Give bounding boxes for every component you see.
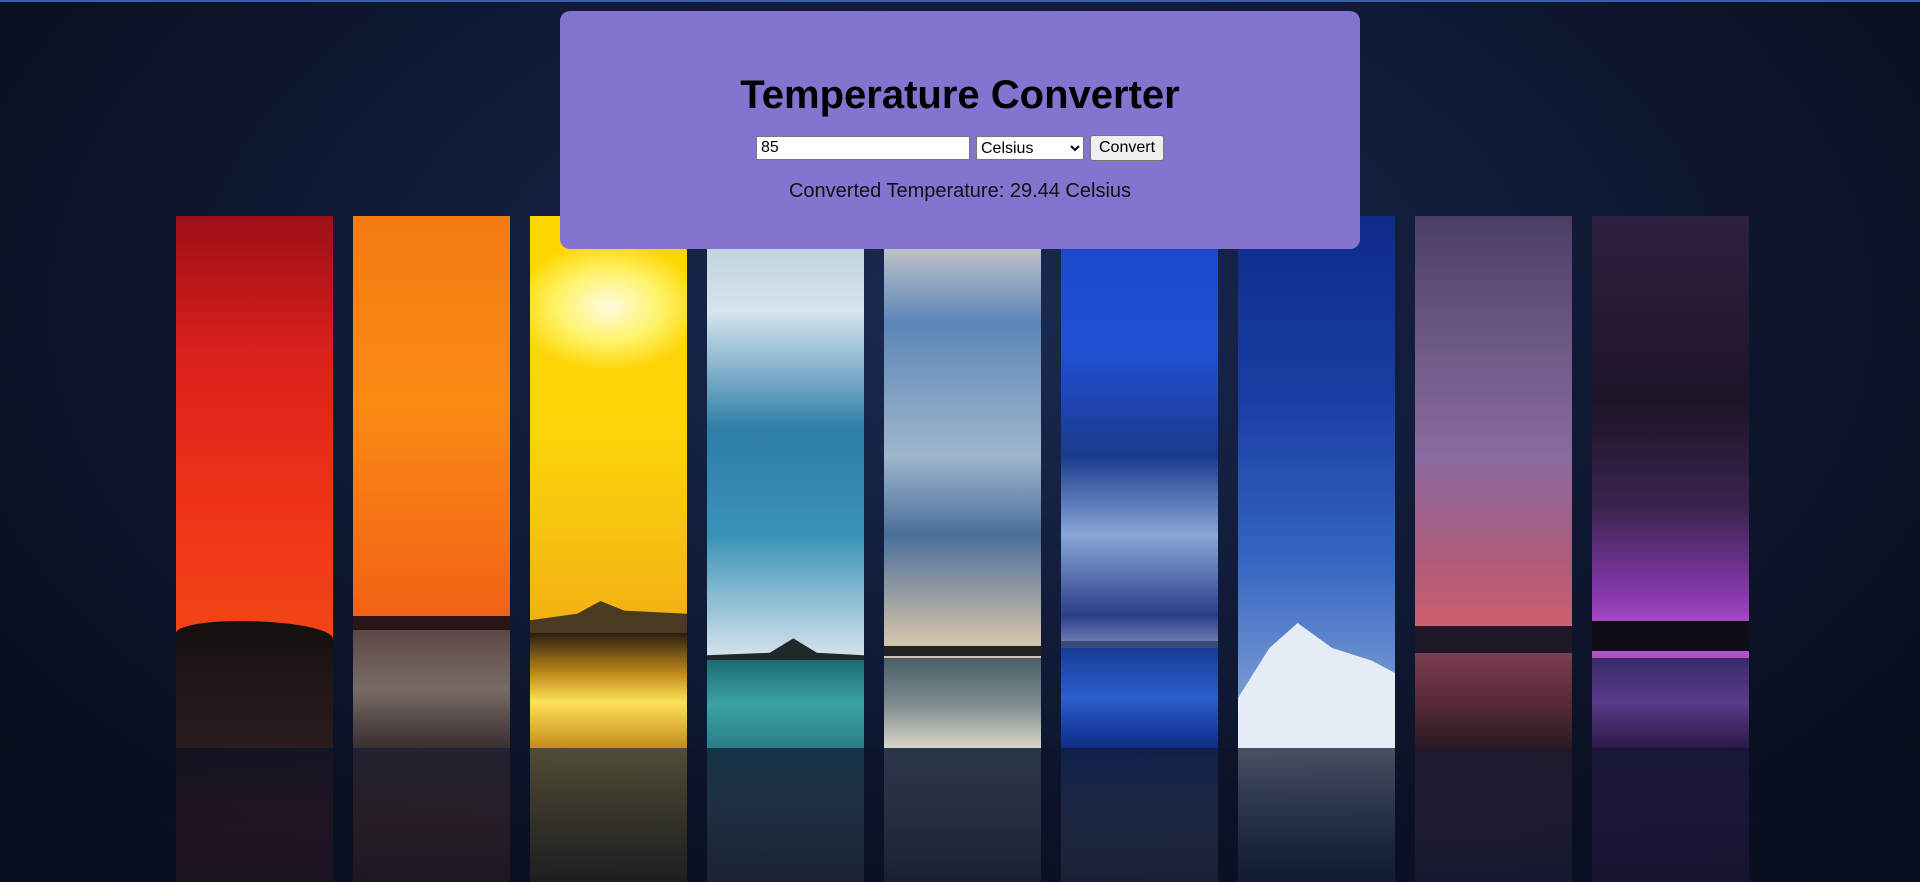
panel-deep-blue-snow bbox=[1238, 216, 1395, 748]
convert-button[interactable]: Convert bbox=[1089, 135, 1165, 161]
panel-cyan-clouds bbox=[707, 216, 864, 748]
panel-yellow-sun bbox=[530, 216, 687, 748]
panel-blue-clouds bbox=[1061, 216, 1218, 748]
panel-purple-night bbox=[1592, 216, 1749, 748]
unit-select[interactable]: Celsius bbox=[975, 136, 1084, 160]
converted-result: Converted Temperature: 29.44 Celsius bbox=[788, 180, 1132, 202]
panel-sky-clouds bbox=[884, 216, 1041, 748]
reflection-shade bbox=[0, 748, 1920, 882]
temperature-input[interactable] bbox=[755, 136, 970, 160]
panel-orange-sunset bbox=[353, 216, 510, 748]
converter-form: Celsius Convert bbox=[560, 135, 1360, 161]
panel-red-sunset bbox=[176, 216, 333, 748]
panel-pink-dusk bbox=[1415, 216, 1572, 748]
converter-card: Temperature Converter Celsius Convert Co… bbox=[560, 11, 1360, 249]
page-title: Temperature Converter bbox=[740, 73, 1180, 117]
